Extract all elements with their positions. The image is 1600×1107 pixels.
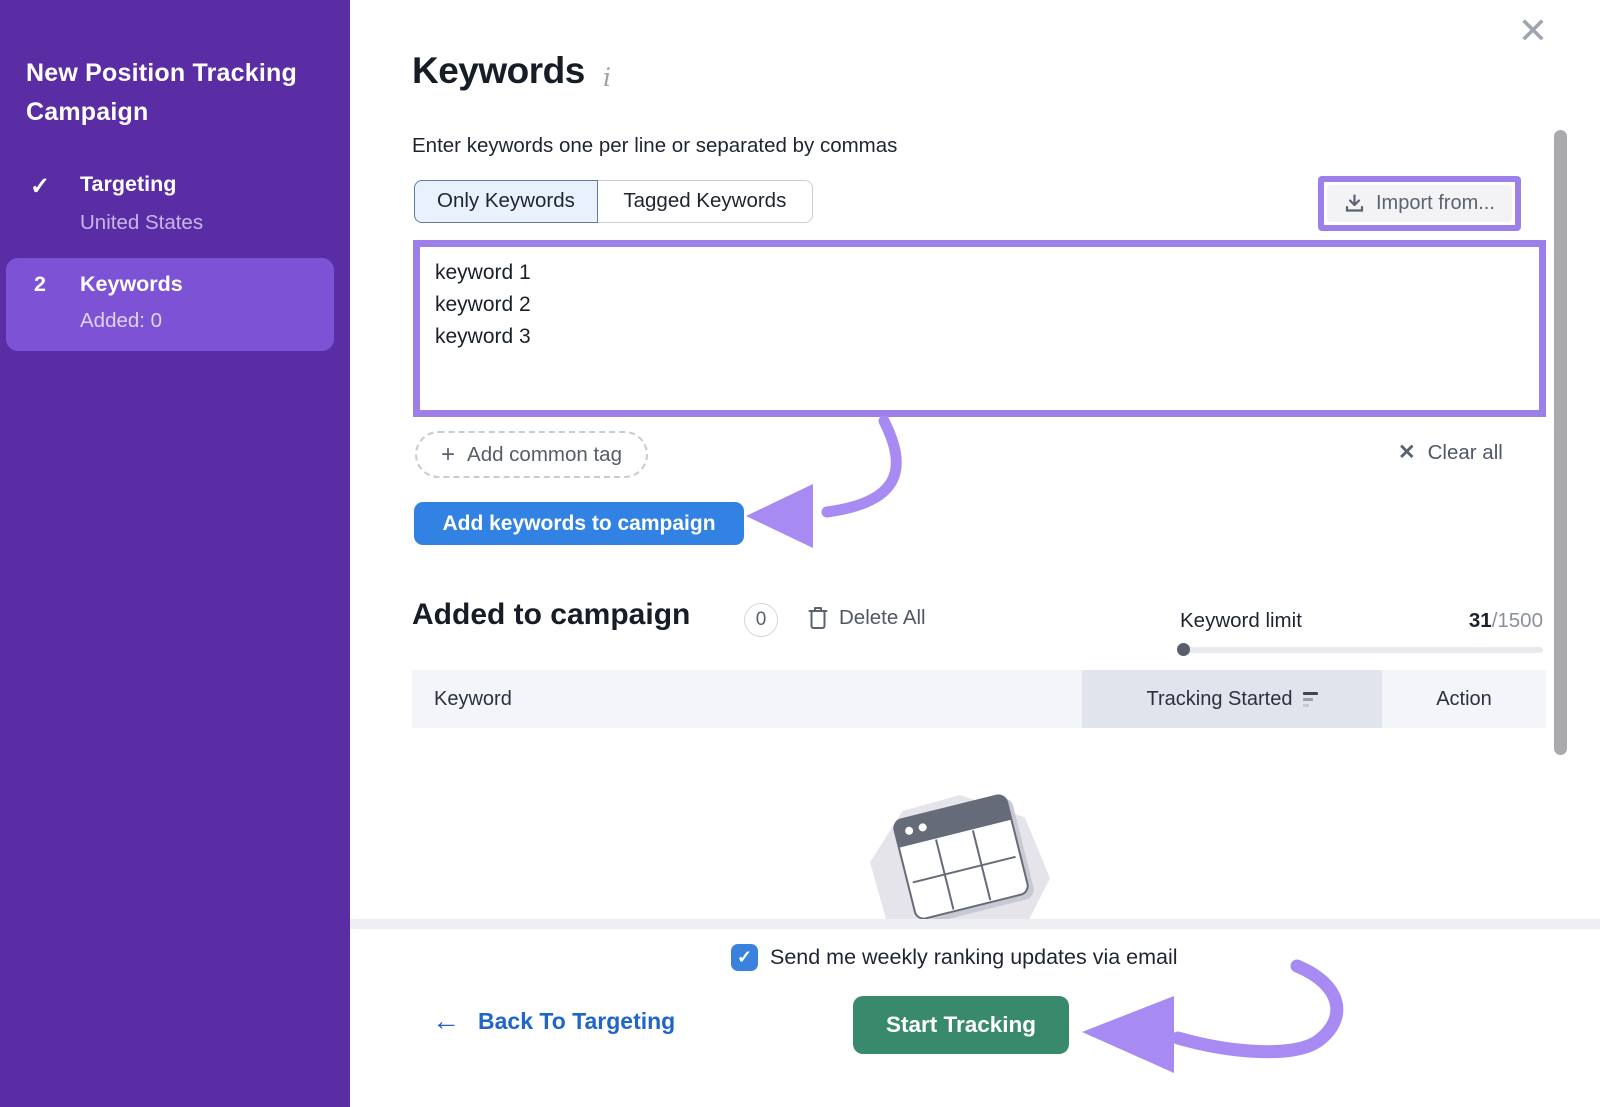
keyword-limit-progress-dot [1177,643,1190,656]
keyword-limit-total: /1500 [1492,609,1543,632]
keywords-added-count: Added: 0 [80,309,162,333]
new-position-tracking-modal: New Position Tracking Campaign ✓ Targeti… [0,0,1600,1107]
keywords-textarea-annotation: keyword 1 keyword 2 keyword 3 [413,240,1546,417]
weekly-updates-label: Send me weekly ranking updates via email [770,944,1178,971]
sort-icon [1303,692,1318,707]
empty-table-illustration [855,783,1065,928]
left-arrow-icon: ← [432,1007,460,1035]
keywords-input[interactable]: keyword 1 keyword 2 keyword 3 [420,247,1539,410]
add-common-tag-label: Add common tag [467,443,622,467]
tracking-started-label: Tracking Started [1147,688,1293,711]
modal-footer: ✓ Send me weekly ranking updates via ema… [350,929,1600,1107]
annotation-arrow-add-keywords [735,408,915,560]
add-keywords-to-campaign-button[interactable]: Add keywords to campaign [414,502,744,545]
tab-tagged-keywords[interactable]: Tagged Keywords [596,180,813,223]
footer-divider [350,919,1600,929]
clear-all-button[interactable]: ✕ Clear all [1398,440,1503,465]
start-tracking-button[interactable]: Start Tracking [853,996,1069,1054]
back-to-targeting-label: Back To Targeting [478,1008,675,1035]
vertical-scrollbar-thumb[interactable] [1554,130,1567,755]
import-from-label: Import from... [1376,192,1495,215]
trash-icon [808,606,828,630]
import-from-button[interactable]: Import from... [1327,185,1512,222]
step-number: 2 [34,272,46,297]
keywords-mode-tabs: Only Keywords Tagged Keywords [414,180,813,223]
info-icon[interactable]: i [603,63,611,92]
column-header-action: Action [1382,670,1546,728]
wizard-sidebar: New Position Tracking Campaign ✓ Targeti… [0,0,350,1107]
column-header-keyword: Keyword [434,670,512,728]
back-to-targeting-link[interactable]: ← Back To Targeting [432,1007,675,1035]
keyword-limit-used: 31 [1469,609,1492,632]
check-icon: ✓ [30,172,50,201]
weekly-updates-checkbox[interactable]: ✓ [731,944,758,971]
close-icon[interactable]: ✕ [1510,8,1556,54]
sidebar-step-keywords[interactable]: 2 Keywords Added: 0 [6,258,334,351]
sidebar-step-targeting[interactable]: Targeting [80,172,176,197]
download-icon [1344,193,1365,214]
targeting-value: United States [80,211,203,235]
keywords-table-header: Keyword Tracking Started Action [412,670,1546,728]
keyword-limit-progressbar [1180,647,1543,653]
clear-icon: ✕ [1398,440,1416,465]
column-header-tracking-started[interactable]: Tracking Started [1082,670,1382,728]
added-to-campaign-title: Added to campaign [412,598,690,632]
delete-all-label: Delete All [839,606,926,630]
added-count-badge: 0 [744,603,778,637]
tab-only-keywords[interactable]: Only Keywords [414,180,598,223]
plus-icon: + [441,443,455,467]
keyword-limit-value: 31/1500 [1180,609,1543,633]
import-from-annotation: Import from... [1318,176,1521,231]
delete-all-button[interactable]: Delete All [808,606,926,630]
add-common-tag-button[interactable]: + Add common tag [415,431,648,478]
clear-all-label: Clear all [1428,441,1503,465]
step-keywords-label: Keywords [80,272,183,297]
sidebar-title: New Position Tracking Campaign [26,54,328,132]
keywords-instruction: Enter keywords one per line or separated… [412,134,897,158]
page-title: Keywords [412,50,585,92]
